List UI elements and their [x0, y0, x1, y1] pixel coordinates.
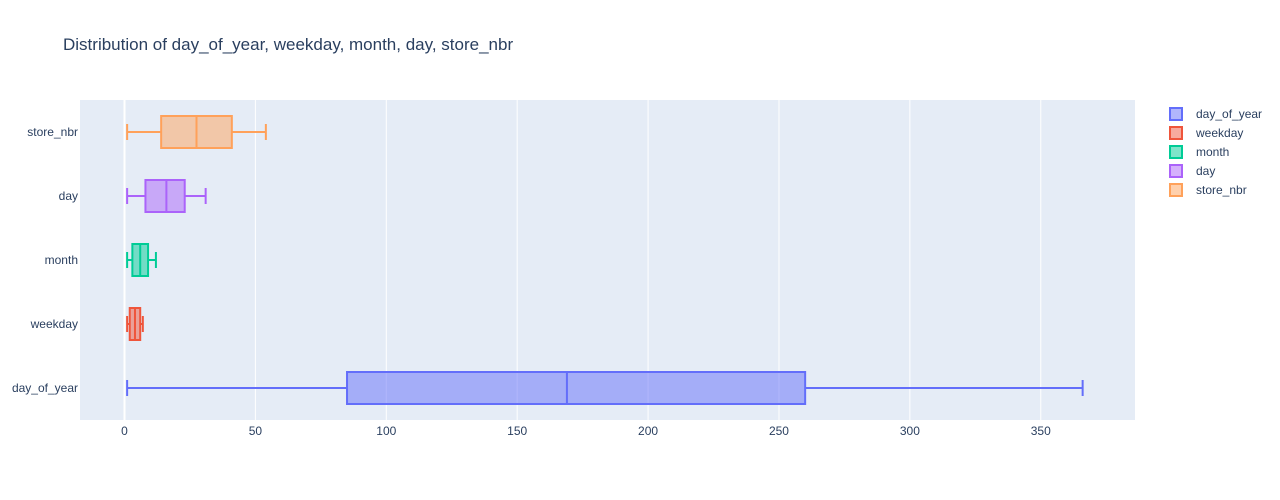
legend-label-weekday: weekday	[1195, 126, 1243, 140]
legend-item-weekday[interactable]: weekday	[1169, 126, 1243, 140]
x-tick-label-350: 350	[1031, 424, 1051, 438]
chart-container: Distribution of day_of_year, weekday, mo…	[0, 0, 1280, 500]
legend[interactable]: day_of_yearweekday month day store_nbr	[1169, 107, 1262, 197]
legend-label-day_of_year: day_of_year	[1196, 107, 1262, 121]
y-axis-ticks: day_of_year weekday month day store_nbr	[12, 125, 78, 395]
chart-title: Distribution of day_of_year, weekday, mo…	[63, 35, 513, 54]
x-tick-label-0: 0	[121, 424, 128, 438]
legend-item-day[interactable]: day	[1169, 164, 1215, 178]
y-tick-label-day_of_year: day_of_year	[12, 381, 78, 395]
x-tick-label-200: 200	[638, 424, 658, 438]
y-tick-label-day: day	[59, 189, 78, 203]
x-axis-ticks: 0 50 100 150 200 250 300 350	[121, 424, 1051, 438]
box-weekday[interactable]	[126, 307, 144, 341]
x-tick-label-250: 250	[769, 424, 789, 438]
legend-label-store_nbr: store_nbr	[1196, 183, 1247, 197]
y-tick-label-weekday: weekday	[30, 317, 78, 331]
box-plot-chart: Distribution of day_of_year, weekday, mo…	[12, 35, 1262, 438]
x-tick-label-150: 150	[507, 424, 527, 438]
legend-item-day_of_year[interactable]: day_of_year	[1169, 107, 1262, 121]
legend-label-day: day	[1196, 164, 1215, 178]
y-tick-label-store_nbr: store_nbr	[27, 125, 78, 139]
legend-swatch-weekday	[1169, 126, 1183, 140]
x-tick-label-100: 100	[376, 424, 396, 438]
legend-label-month: month	[1196, 145, 1229, 159]
legend-swatch-store_nbr	[1169, 183, 1183, 197]
legend-item-month[interactable]: month	[1169, 145, 1229, 159]
y-tick-label-month: month	[45, 253, 78, 267]
x-tick-label-50: 50	[249, 424, 263, 438]
legend-swatch-day	[1169, 164, 1183, 178]
legend-item-store_nbr[interactable]: store_nbr	[1169, 183, 1247, 197]
iqr-box-day_of_year	[346, 371, 807, 405]
iqr-box-day	[144, 179, 186, 213]
legend-swatch-month	[1169, 145, 1183, 159]
legend-swatch-day_of_year	[1169, 107, 1183, 121]
x-tick-label-300: 300	[900, 424, 920, 438]
